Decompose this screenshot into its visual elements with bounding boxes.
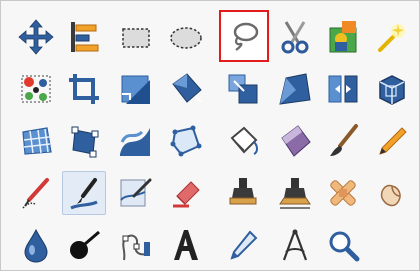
clone-tool[interactable]: [221, 171, 265, 215]
dodge-burn-icon: [70, 230, 100, 259]
shear-icon: [228, 74, 258, 104]
zoom-tool[interactable]: [321, 223, 365, 267]
rect-select-tool[interactable]: [113, 15, 157, 59]
airbrush-icon: [22, 178, 49, 209]
compass-icon: [282, 229, 308, 261]
foreground-select-tool[interactable]: [321, 15, 365, 59]
select-by-color-tool[interactable]: [14, 67, 58, 111]
blur-sharpen-tool[interactable]: [14, 223, 58, 267]
foreground-select-icon: [329, 21, 357, 53]
heal-tool[interactable]: [321, 171, 365, 215]
rotate-tool[interactable]: [113, 67, 157, 111]
canvas-brush-icon: [120, 178, 152, 207]
cube-icon: [379, 75, 405, 105]
measure-tool[interactable]: [273, 223, 317, 267]
magnifier-icon: [329, 231, 360, 262]
gradient-tool[interactable]: [273, 119, 317, 163]
bandage-icon: [330, 180, 356, 206]
grid-icon: [22, 127, 52, 155]
mypaint-brush-tool[interactable]: [113, 171, 157, 215]
free-select-tool[interactable]: [219, 10, 269, 62]
airbrush-tool[interactable]: [14, 171, 58, 215]
align-tool[interactable]: [62, 15, 106, 59]
color-picker-icon: [230, 230, 258, 260]
smudge-tool[interactable]: [369, 171, 413, 215]
rectangle-select-icon: [122, 28, 150, 48]
fuzzy-select-tool[interactable]: [369, 15, 413, 59]
text-icon: [174, 230, 198, 260]
move-icon: [18, 19, 54, 55]
scale-icon: [172, 73, 202, 103]
scale-tool[interactable]: [164, 67, 208, 111]
paths-icon: [122, 234, 150, 261]
handle-transform-icon: [71, 126, 99, 158]
stamp-icon: [229, 178, 257, 205]
paths-pen-tool[interactable]: [113, 223, 157, 267]
handle-transform-tool[interactable]: [62, 119, 106, 163]
paintbrush-tool[interactable]: [321, 119, 365, 163]
magic-wand-icon: [378, 24, 405, 52]
perspective-icon: [279, 73, 311, 105]
eraser-icon: [173, 181, 200, 208]
dodge-burn-tool[interactable]: [62, 223, 106, 267]
smudge-icon: [380, 184, 401, 207]
cage-icon: [170, 125, 202, 157]
rotate-icon: [121, 75, 150, 104]
warp-transform-tool[interactable]: [113, 119, 157, 163]
perspective-tool[interactable]: [273, 67, 317, 111]
ink-pen-icon: [70, 178, 98, 210]
gradient-icon: [281, 125, 311, 157]
ellipse-select-icon: [170, 27, 202, 49]
scissors-select-tool[interactable]: [273, 15, 317, 59]
3d-transform-tool[interactable]: [369, 67, 413, 111]
pencil-icon: [379, 127, 407, 155]
perspective-clone-tool[interactable]: [273, 171, 317, 215]
color-picker-tool[interactable]: [221, 223, 265, 267]
toolbox-panel: [0, 0, 420, 271]
flip-tool[interactable]: [321, 67, 365, 111]
eraser-tool[interactable]: [164, 171, 208, 215]
scissors-icon: [281, 21, 309, 54]
align-icon: [71, 22, 99, 52]
perspective-stamp-icon: [279, 178, 311, 209]
warp-icon: [120, 128, 150, 156]
text-tool[interactable]: [164, 223, 208, 267]
crop-icon: [69, 74, 99, 104]
lasso-icon: [233, 22, 259, 51]
unified-transform-tool[interactable]: [14, 119, 58, 163]
paintbrush-icon: [330, 124, 358, 156]
color-select-icon: [21, 75, 51, 103]
pencil-tool[interactable]: [369, 119, 413, 163]
ink-tool[interactable]: [62, 171, 106, 215]
ellipse-select-tool[interactable]: [164, 15, 208, 59]
flip-icon: [328, 75, 358, 103]
move-tool[interactable]: [14, 15, 58, 59]
drop-icon: [24, 228, 48, 263]
crop-tool[interactable]: [62, 67, 106, 111]
cage-transform-tool[interactable]: [164, 119, 208, 163]
bucket-icon: [230, 126, 258, 155]
shear-tool[interactable]: [221, 67, 265, 111]
paths-tool[interactable]: [221, 119, 265, 163]
